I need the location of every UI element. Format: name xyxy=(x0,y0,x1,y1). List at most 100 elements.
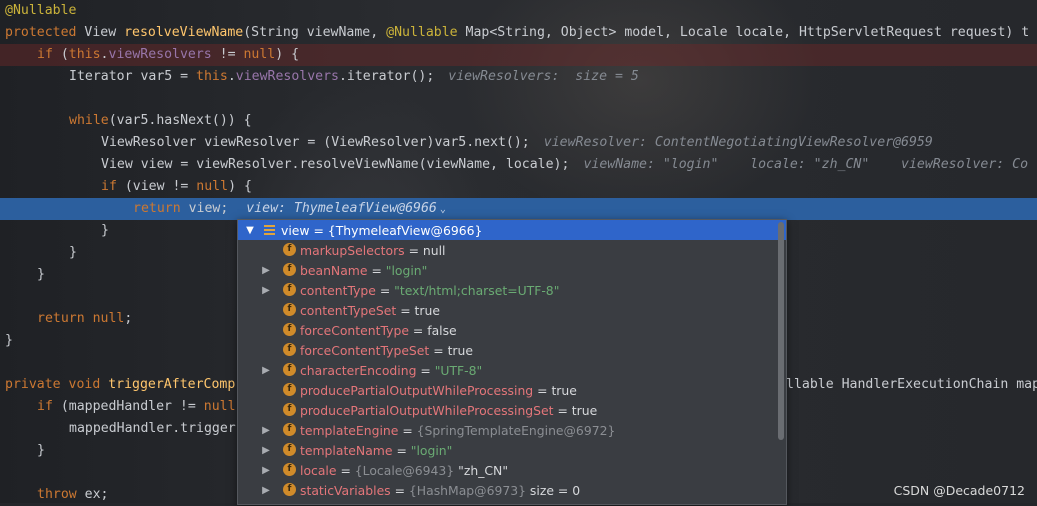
code-line-4: Iterator var5 = this.viewResolvers.itera… xyxy=(0,66,1037,88)
popup-root-row[interactable]: ▼ view = {ThymeleafView@6966} xyxy=(238,220,786,240)
field-name: templateName xyxy=(300,442,393,458)
variable-value: = {ThymeleafView@6966} xyxy=(309,222,483,238)
field-line: beanName = "login" xyxy=(300,263,427,278)
chevron-right-icon[interactable]: ▶ xyxy=(261,265,271,276)
field-line: templateName = "login" xyxy=(300,443,452,458)
field-name: locale xyxy=(300,462,337,478)
field-name: contentType xyxy=(300,282,376,298)
field-icon: f xyxy=(283,343,296,356)
field-line: characterEncoding = "UTF-8" xyxy=(300,363,482,378)
chevron-right-icon[interactable]: ▶ xyxy=(261,445,271,456)
field-row[interactable]: ▶ f contentType = "text/html;charset=UTF-8… xyxy=(238,280,786,300)
code-line-9: if (view != null) { xyxy=(0,176,1037,198)
code-text: mappedHandler.trigger xyxy=(69,421,236,436)
field-name: viewResolvers xyxy=(235,69,339,84)
code-line-1: @Nullable xyxy=(0,0,1037,22)
field-row[interactable]: f producePartialOutputWhileProcessing = t… xyxy=(238,380,786,400)
root-variable: view = {ThymeleafView@6966} xyxy=(281,223,482,238)
field-value: {Locale@6943} xyxy=(354,462,455,478)
field-value: true xyxy=(447,342,473,358)
keyword: this xyxy=(68,47,101,62)
keyword: return xyxy=(133,201,181,216)
code-line-8: View view = viewResolver.resolveViewName… xyxy=(0,154,1037,176)
variable-name: view xyxy=(281,222,310,238)
code-text: } xyxy=(101,223,109,238)
debug-variable-popup[interactable]: ▼ view = {ThymeleafView@6966} f markupSel… xyxy=(237,219,787,505)
field-row[interactable]: ▶ f staticVariables = {HashMap@6973} size … xyxy=(238,480,786,500)
field-row[interactable]: f forceContentType = false xyxy=(238,320,786,340)
chevron-right-icon[interactable]: ▶ xyxy=(261,425,271,436)
keyword: while xyxy=(69,113,109,128)
field-icon: f xyxy=(283,423,296,436)
field-row[interactable]: ▶ f templateName = "login" xyxy=(238,440,786,460)
annotation: @Nullable xyxy=(386,25,458,40)
keyword: null xyxy=(243,47,276,62)
execution-point-line: return view; view: ThymeleafView@6966 ⌄ xyxy=(0,198,1037,220)
code-text: .iterator(); xyxy=(338,69,435,84)
code-text: . xyxy=(100,47,109,62)
field-icon: f xyxy=(283,463,296,476)
field-name: markupSelectors xyxy=(300,242,405,258)
field-name: characterEncoding xyxy=(300,362,417,378)
chevron-right-icon[interactable]: ▶ xyxy=(261,365,271,376)
field-icon: f xyxy=(283,303,296,316)
field-row[interactable]: f producePartialOutputWhileProcessingSet … xyxy=(238,400,786,420)
keyword: if xyxy=(101,179,117,194)
field-row[interactable]: ▶ f characterEncoding = "UTF-8" xyxy=(238,360,786,380)
inline-debug-hint[interactable]: view: ThymeleafView@6966 xyxy=(228,201,437,216)
code-text: } xyxy=(5,333,13,348)
field-row[interactable]: ▶ f templateEngine = {SpringTemplateEngine… xyxy=(238,420,786,440)
field-line: markupSelectors = null xyxy=(300,243,445,258)
chevron-right-icon[interactable]: ▶ xyxy=(261,285,271,296)
field-line: forceContentType = false xyxy=(300,323,457,338)
keyword: if xyxy=(37,47,53,62)
watermark: CSDN @Decade0712 xyxy=(893,483,1025,498)
equals-sign: = xyxy=(392,442,411,458)
field-name: producePartialOutputWhileProcessingSet xyxy=(300,402,554,418)
code-text: view; xyxy=(180,201,229,216)
field-icon: f xyxy=(283,323,296,336)
field-icon: f xyxy=(283,283,296,296)
field-row[interactable]: f contentTypeSet = true xyxy=(238,300,786,320)
chevron-down-icon[interactable]: ⌄ xyxy=(437,204,446,215)
equals-sign: = xyxy=(390,482,409,498)
chevron-right-icon[interactable]: ▶ xyxy=(261,465,271,476)
field-value: true xyxy=(571,402,598,418)
keyword: private void xyxy=(5,377,101,392)
keyword: this xyxy=(196,69,228,84)
keyword: null xyxy=(196,179,229,194)
field-line: contentTypeSet = true xyxy=(300,303,440,318)
object-icon xyxy=(264,224,275,236)
scrollbar[interactable] xyxy=(778,222,784,440)
field-line: forceContentTypeSet = true xyxy=(300,343,473,358)
keyword: null xyxy=(92,311,125,326)
field-icon: f xyxy=(283,403,296,416)
code-text: ) { xyxy=(228,179,252,194)
keyword: protected xyxy=(5,25,77,40)
equals-sign: = xyxy=(429,342,448,358)
code-text: (var5.hasNext()) { xyxy=(108,113,252,128)
field-row[interactable]: ▶ f locale = {Locale@6943} "zh_CN" xyxy=(238,460,786,480)
equals-sign: = xyxy=(367,262,386,278)
field-row[interactable]: f markupSelectors = null xyxy=(238,240,786,260)
field-value: "login" xyxy=(385,262,428,278)
code-text: ) { xyxy=(275,47,300,62)
field-row[interactable]: f forceContentTypeSet = true xyxy=(238,340,786,360)
code-line-7: ViewResolver viewResolver = (ViewResolve… xyxy=(0,132,1037,154)
code-text: } xyxy=(37,443,45,458)
chevron-down-icon[interactable]: ▼ xyxy=(245,225,255,236)
field-icon: f xyxy=(283,263,296,276)
field-extra: "zh_CN" xyxy=(454,462,509,478)
code-line-2: protected View resolveViewName(String vi… xyxy=(0,22,1037,44)
field-name: beanName xyxy=(300,262,368,278)
field-value: "UTF-8" xyxy=(434,362,483,378)
equals-sign: = xyxy=(396,302,415,318)
code-text: ViewResolver viewResolver = (ViewResolve… xyxy=(101,135,530,150)
chevron-right-icon[interactable]: ▶ xyxy=(261,485,271,496)
code-text: View view = viewResolver.resolveViewName… xyxy=(101,157,570,172)
field-line: templateEngine = {SpringTemplateEngine@6… xyxy=(300,423,615,438)
field-row[interactable]: ▶ f beanName = "login" xyxy=(238,260,786,280)
field-line: producePartialOutputWhileProcessingSet =… xyxy=(300,403,597,418)
equals-sign: = xyxy=(533,382,552,398)
